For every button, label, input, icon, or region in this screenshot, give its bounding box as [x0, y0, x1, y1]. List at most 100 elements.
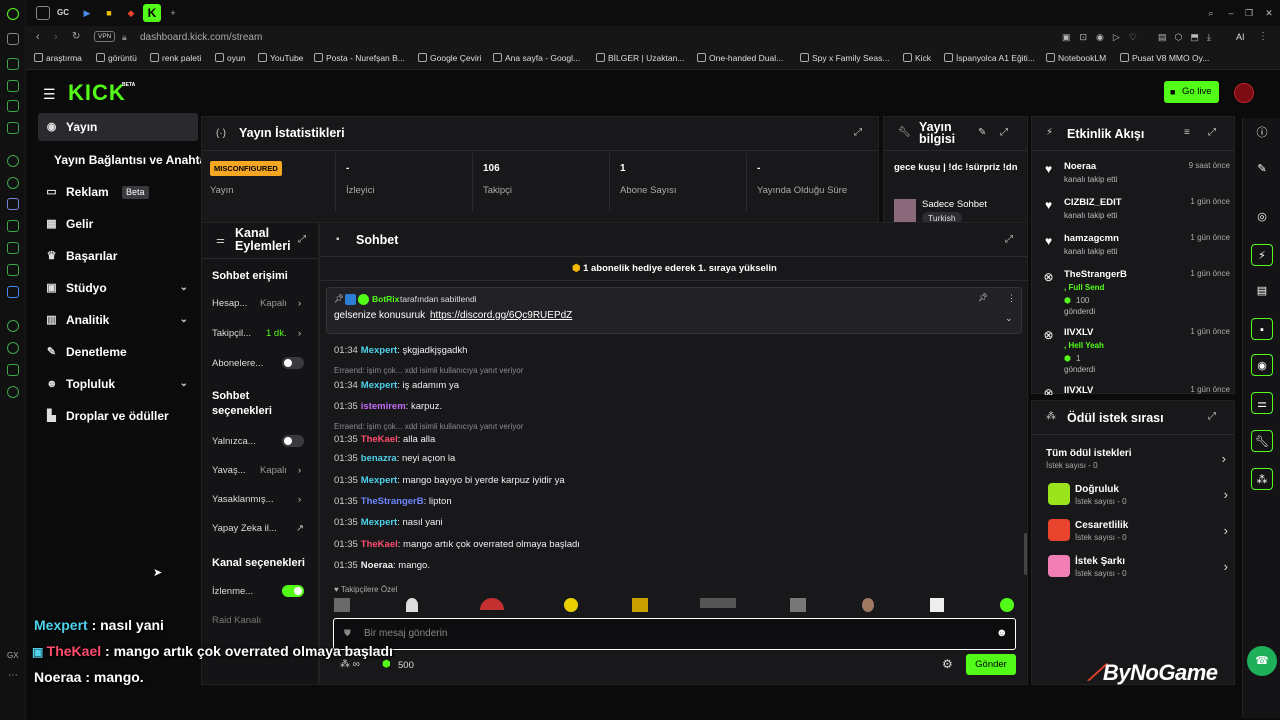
gift-banner[interactable]: ⬢ 1 abonelik hediye ederek 1. sıraya yük…	[320, 257, 1029, 281]
wrench-icon[interactable]: 🔧︎	[1251, 430, 1273, 452]
player-icon[interactable]	[7, 320, 19, 332]
bookmark-item[interactable]: Posta - Nurefşan B...	[314, 53, 405, 63]
menu-icon[interactable]: ⋮	[1258, 31, 1268, 42]
emote-icon[interactable]	[406, 598, 418, 612]
bookmark-item[interactable]: Kick	[903, 53, 931, 63]
option-account-age[interactable]: Hesap... Kapalı ›	[212, 298, 307, 309]
settings-icon[interactable]	[7, 386, 19, 398]
filter-icon[interactable]: ≡	[1184, 127, 1190, 138]
url-field[interactable]: dashboard.kick.com/stream	[140, 32, 262, 43]
subscribers-only-toggle[interactable]	[282, 357, 304, 369]
history-icon[interactable]	[7, 342, 19, 354]
tab-red[interactable]: ◆	[124, 6, 138, 20]
message-username[interactable]: Mexpert	[361, 380, 397, 391]
reload-button[interactable]: ↻	[72, 31, 80, 42]
activity-user[interactable]: Noeraa	[1064, 161, 1096, 172]
option-slow-mode[interactable]: Yavaş... Kapalı ›	[212, 465, 307, 476]
chat-message[interactable]: 01:35 benazra: neyi açıon la	[334, 453, 455, 464]
settings-icon[interactable]: ⚙	[942, 657, 953, 671]
more-icon[interactable]: ⋯	[8, 670, 18, 681]
chat-message[interactable]: 01:34 Mexpert: iş adamım ya	[334, 380, 459, 391]
bookmark-item[interactable]: oyun	[215, 53, 245, 63]
vpn-badge[interactable]: VPN	[94, 31, 116, 42]
send-button[interactable]: Gönder	[966, 654, 1016, 675]
activity-item[interactable]: ♥ CIZBIZ_EDIT 1 gün önce kanalı takip etti	[1042, 197, 1230, 227]
chat-message[interactable]: 01:34 Mexpert: şkgjadkjşgadkh	[334, 345, 467, 356]
nav-yayin-baglantisi[interactable]: Yayın Bağlantısı ve Anahtarı	[38, 146, 228, 174]
actions-icon[interactable]: ⚌	[1251, 392, 1273, 414]
whatsapp-icon[interactable]	[7, 177, 19, 189]
address-bar-icons[interactable]: ▣⊡◉▷♡	[1062, 32, 1146, 43]
nav-yayin[interactable]: ◉ Yayın	[38, 113, 198, 141]
chat-icon[interactable]: ▪	[1251, 318, 1273, 340]
message-username[interactable]: TheKael	[361, 434, 398, 445]
document-icon[interactable]: ▤	[1251, 280, 1273, 302]
chat-message[interactable]: 01:35 Noeraa: mango.	[334, 560, 430, 571]
chat-message[interactable]: 01:35 TheStrangerB: lipton	[334, 496, 452, 507]
message-username[interactable]: Noeraa	[361, 560, 393, 571]
rewards-icon[interactable]: ⁂	[1251, 468, 1273, 490]
back-icon[interactable]: ‹	[36, 31, 40, 43]
pinned-link[interactable]: https://discord.gg/6Qc9RUEPdZ	[430, 310, 572, 321]
activity-user[interactable]: CIZBIZ_EDIT	[1064, 197, 1122, 208]
activity-item[interactable]: ⊗ IIVXLV 1 gün önce	[1042, 385, 1230, 395]
bookmark-item[interactable]: Ana sayfa - Googl...	[493, 53, 580, 63]
emote-bar[interactable]	[334, 598, 1014, 612]
activity-item[interactable]: ⊗ TheStrangerB 1 gün önce , Full Send ⬢ 100 gö…	[1042, 269, 1230, 323]
chat-message[interactable]: 01:35 Mexpert: nasıl yani	[334, 517, 443, 528]
message-username[interactable]: istemirem	[361, 401, 406, 412]
tab-mail[interactable]	[36, 6, 50, 20]
emote-icon[interactable]	[790, 598, 806, 612]
edit-icon[interactable]: ✎	[978, 127, 986, 138]
chat-scrollbar[interactable]	[1024, 533, 1027, 575]
instagram-icon[interactable]	[7, 220, 19, 232]
more-options-icon[interactable]: ⋮	[1007, 293, 1016, 304]
bookmark-item[interactable]: renk paleti	[150, 53, 201, 63]
info-icon[interactable]: ⓘ	[1251, 122, 1273, 144]
go-live-button[interactable]: ■ Go live	[1164, 81, 1219, 103]
activity-item[interactable]: ♥ hamzagcmn 1 gün önce kanalı takip etti	[1042, 233, 1230, 263]
bookmark-item[interactable]: One-handed Dual...	[697, 53, 783, 63]
popout-icon[interactable]: ⤢	[298, 234, 306, 245]
option-ai-moderation[interactable]: Yapay Zeka il... ↗	[212, 523, 307, 534]
nav-analitik[interactable]: ▥ Analitik ⌄	[38, 306, 198, 334]
unpin-icon[interactable]: 📌︎	[978, 293, 988, 302]
kick-logo[interactable]: KICK	[68, 80, 126, 106]
option-followers-only[interactable]: Takipçil... 1 dk. ›	[212, 328, 307, 339]
bookmark-item[interactable]: araştırma	[34, 53, 82, 63]
emote-only-toggle[interactable]	[282, 435, 304, 447]
message-username[interactable]: Mexpert	[361, 345, 397, 356]
ai-button[interactable]: AI	[1236, 32, 1245, 42]
minimize-button[interactable]: –	[1224, 6, 1238, 20]
emote-icon[interactable]	[632, 598, 648, 612]
message-username[interactable]: TheKael	[361, 539, 398, 550]
support-icon[interactable]: ☎︎	[1247, 646, 1277, 676]
activity-user[interactable]: hamzagcmn	[1064, 233, 1119, 244]
option-raid[interactable]: Raid Kanalı	[212, 615, 307, 626]
avatar[interactable]	[1234, 83, 1254, 103]
nav-studyo[interactable]: ▣ Stüdyo ⌄	[38, 274, 198, 302]
nav-gelir[interactable]: ▦ Gelir	[38, 210, 198, 238]
reload-icon[interactable]	[7, 33, 19, 45]
message-username[interactable]: Mexpert	[361, 517, 397, 528]
category-name[interactable]: Sadece Sohbet	[922, 199, 987, 210]
message-username[interactable]: TheStrangerB	[361, 496, 424, 507]
bookmark-item[interactable]: YouTube	[258, 53, 303, 63]
bookmark-item[interactable]: Pusat V8 MMO Oy...	[1120, 53, 1209, 63]
emoji-icon[interactable]: ☻	[996, 627, 1008, 639]
emote-icon[interactable]	[334, 598, 350, 612]
tab-kick[interactable]: K	[143, 4, 161, 22]
hamburger-menu-icon[interactable]: ☰	[43, 86, 56, 103]
extension-icons[interactable]: ▤⬡⬒⤓	[1158, 32, 1219, 43]
opera-logo-icon[interactable]	[7, 8, 19, 20]
nav-basarilar[interactable]: ♛ Başarılar	[38, 242, 198, 270]
bookmark-item[interactable]: İspanyolca A1 Eğiti...	[944, 53, 1035, 63]
bookmark-item[interactable]: BİLGER | Uzaktan...	[596, 53, 684, 63]
chat-message[interactable]: 01:35 TheKael: mango artık çok overrated …	[334, 539, 580, 550]
tab-yellow[interactable]: ■	[102, 6, 116, 20]
bookmark-item[interactable]: Google Çeviri	[418, 53, 482, 63]
chat-input[interactable]: ⛊ Bir mesaj gönderin ☻	[333, 618, 1016, 650]
activity-user[interactable]: TheStrangerB	[1064, 269, 1127, 280]
activity-item[interactable]: ♥ Noeraa 9 saat önce kanalı takip etti	[1042, 161, 1230, 191]
pinned-by-user[interactable]: BotRix	[372, 294, 399, 304]
